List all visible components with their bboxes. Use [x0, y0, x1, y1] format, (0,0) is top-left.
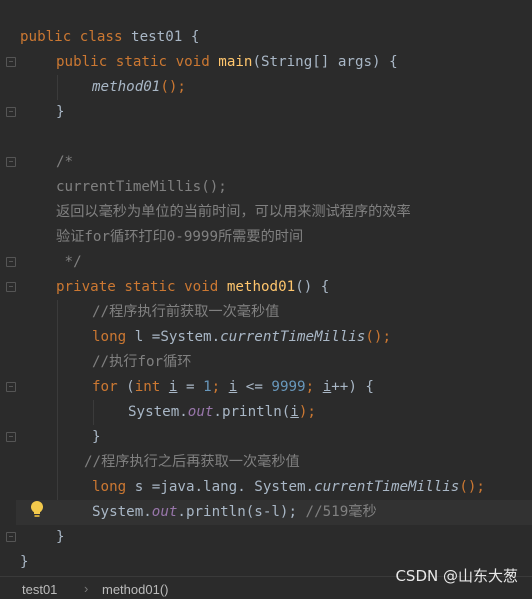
- code-token: test01 {: [131, 29, 200, 45]
- code-token: int: [134, 379, 169, 395]
- code-line-2[interactable]: public static void main(String[] args) {: [56, 50, 398, 75]
- code-token: (String[] args) {: [252, 54, 398, 70]
- fold-marker-icon[interactable]: [6, 57, 16, 67]
- code-token: =: [177, 379, 204, 395]
- code-token: <=: [237, 379, 272, 395]
- code-token: for: [92, 379, 127, 395]
- code-token: ();: [160, 79, 186, 95]
- code-token: private static void: [56, 279, 227, 295]
- code-token: 9999: [271, 379, 306, 395]
- code-token: }: [56, 529, 65, 545]
- code-token: ;: [305, 379, 323, 395]
- code-token: main: [218, 54, 253, 70]
- code-token: long: [92, 479, 135, 495]
- code-token: //程序执行之后再获取一次毫秒值: [84, 454, 300, 470]
- code-token: /*: [56, 154, 74, 170]
- code-token: //程序执行前获取一次毫秒值: [92, 304, 280, 320]
- code-token: currentTimeMillis: [314, 479, 460, 495]
- code-token: () {: [295, 279, 330, 295]
- code-token: public class: [20, 29, 132, 45]
- code-line-14[interactable]: //执行for循环: [92, 350, 191, 375]
- code-token: ++) {: [331, 379, 374, 395]
- code-line-6[interactable]: /*: [56, 150, 73, 175]
- code-token: }: [92, 429, 101, 445]
- fold-marker-icon[interactable]: [6, 532, 16, 542]
- code-line-11[interactable]: private static void method01() {: [56, 275, 329, 300]
- code-line-19[interactable]: long s =java.lang. System.currentTimeMil…: [92, 475, 485, 500]
- code-line-12[interactable]: //程序执行前获取一次毫秒值: [92, 300, 279, 325]
- code-line-4[interactable]: }: [56, 100, 65, 125]
- code-token: out: [151, 504, 178, 520]
- code-token: }: [56, 104, 65, 120]
- fold-marker-icon[interactable]: [6, 432, 16, 442]
- code-token: 1: [203, 379, 212, 395]
- code-token: 返回以毫秒为单位的当前时间，可以用来测试程序的效率: [56, 204, 411, 220]
- code-token: //执行for循环: [92, 354, 192, 370]
- indent-guide: [57, 75, 58, 100]
- code-line-1[interactable]: public class test01 {: [20, 25, 199, 50]
- breadcrumb-item-method[interactable]: method01(): [102, 581, 168, 599]
- code-token: public static void: [56, 54, 219, 70]
- code-token: currentTimeMillis: [220, 329, 366, 345]
- code-line-7[interactable]: currentTimeMillis();: [56, 175, 227, 200]
- code-line-15[interactable]: for (int i = 1; i <= 9999; i++) {: [92, 375, 374, 400]
- code-token: (: [126, 379, 135, 395]
- code-line-18[interactable]: //程序执行之后再获取一次毫秒值: [84, 450, 300, 475]
- code-token: method01: [226, 279, 296, 295]
- fold-marker-icon[interactable]: [6, 382, 16, 392]
- code-token: //519毫秒: [305, 504, 377, 520]
- code-line-3[interactable]: method01();: [92, 75, 186, 100]
- code-token: long: [92, 329, 135, 345]
- code-line-16[interactable]: System.out.println(i);: [128, 400, 316, 425]
- code-token: .println(: [213, 404, 291, 420]
- code-token: );: [298, 404, 316, 420]
- code-line-10[interactable]: */: [56, 250, 82, 275]
- code-token: out: [187, 404, 214, 420]
- fold-marker-icon[interactable]: [6, 107, 16, 117]
- code-line-13[interactable]: long l =System.currentTimeMillis();: [92, 325, 391, 350]
- code-token: ();: [459, 479, 485, 495]
- code-token: System.: [128, 404, 188, 420]
- indent-guide: [93, 400, 94, 425]
- indent-guide: [57, 300, 58, 525]
- code-token: .println(s-l);: [177, 504, 306, 520]
- code-token: method01: [92, 79, 161, 95]
- breadcrumb-item-class[interactable]: test01: [22, 581, 57, 599]
- code-token: currentTimeMillis();: [56, 179, 227, 195]
- code-token: i: [290, 404, 299, 420]
- code-token: i: [228, 379, 238, 395]
- code-line-17[interactable]: }: [92, 425, 101, 450]
- code-token: 验证for循环打印0-9999所需要的时间: [56, 229, 304, 245]
- code-line-21[interactable]: }: [56, 525, 65, 550]
- code-token: }: [20, 554, 29, 570]
- code-line-20[interactable]: System.out.println(s-l); //519毫秒: [92, 500, 377, 525]
- breadcrumb-separator-icon: ›: [84, 581, 89, 596]
- fold-marker-icon[interactable]: [6, 157, 16, 167]
- code-token: s =java.lang. System.: [134, 479, 315, 495]
- code-token: ;: [211, 379, 229, 395]
- code-token: i: [322, 379, 332, 395]
- code-token: */: [56, 254, 82, 270]
- code-token: System.: [92, 504, 152, 520]
- code-token: ();: [365, 329, 391, 345]
- code-line-8[interactable]: 返回以毫秒为单位的当前时间，可以用来测试程序的效率: [56, 200, 411, 225]
- watermark: CSDN @山东大葱: [395, 567, 518, 585]
- lightbulb-icon[interactable]: [30, 500, 44, 518]
- code-line-9[interactable]: 验证for循环打印0-9999所需要的时间: [56, 225, 303, 250]
- fold-marker-icon[interactable]: [6, 257, 16, 267]
- code-editor[interactable]: public class test01 { public static void…: [0, 0, 532, 576]
- code-line-22[interactable]: }: [20, 550, 29, 575]
- fold-marker-icon[interactable]: [6, 282, 16, 292]
- code-token: l =System.: [134, 329, 221, 345]
